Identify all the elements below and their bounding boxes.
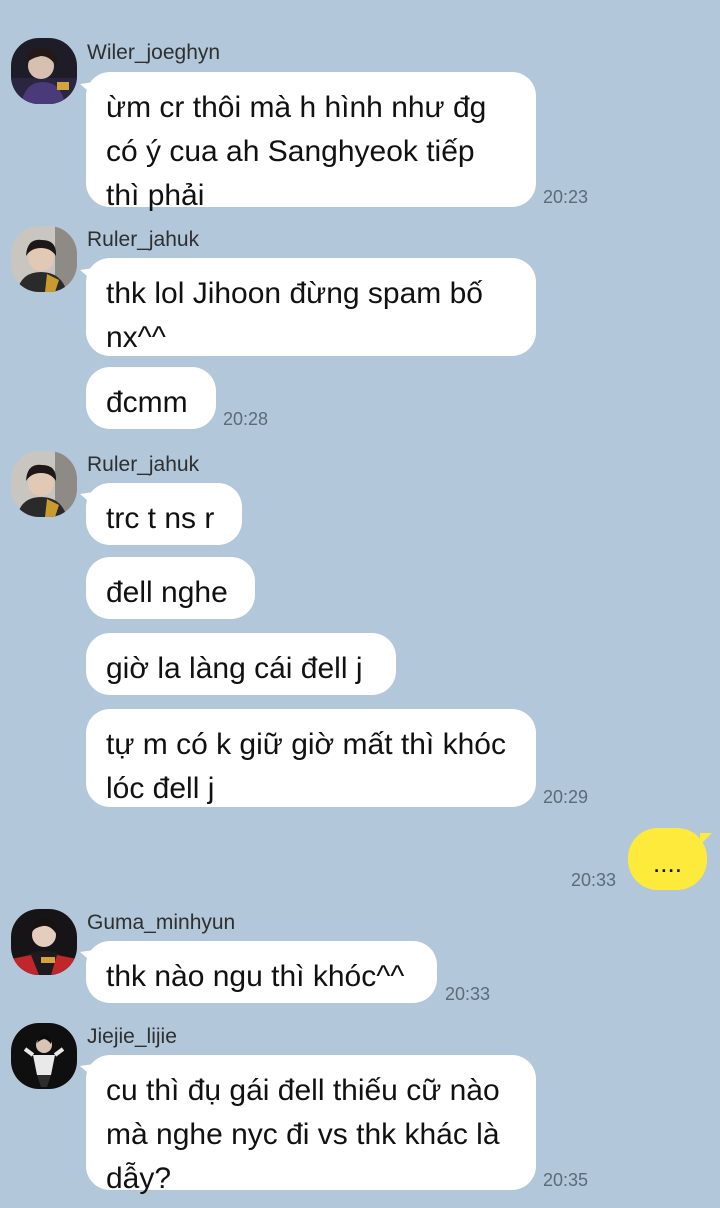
- message-bubble[interactable]: thk nào ngu thì khóc^^: [86, 941, 437, 1003]
- message-text: đell nghe: [106, 576, 228, 609]
- message-text: đcmm: [106, 386, 188, 419]
- bubble-tail: [700, 832, 712, 850]
- message-text: thk lol Jihoon đừng spam bố nx^^: [106, 277, 483, 354]
- message-bubble[interactable]: trc t ns r: [86, 483, 242, 545]
- message-text: ừm cr thôi mà h hình như đg có ý cua ah …: [106, 91, 487, 212]
- message-bubble[interactable]: đell nghe: [86, 557, 255, 619]
- message-time: 20:29: [543, 787, 589, 807]
- sender-name: Guma_minhyun: [87, 911, 236, 934]
- my-message-bubble[interactable]: ....: [628, 828, 707, 890]
- message-text: ....: [653, 848, 682, 878]
- message-bubble[interactable]: ừm cr thôi mà h hình như đg có ý cua ah …: [86, 72, 536, 212]
- avatar-ruler[interactable]: [11, 226, 77, 292]
- message-time: 20:28: [223, 409, 269, 429]
- message-time: 20:33: [445, 984, 491, 1004]
- message-bubble[interactable]: đcmm: [86, 367, 216, 429]
- sender-name: Ruler_jahuk: [87, 228, 200, 251]
- avatar-jiejie[interactable]: [11, 1023, 77, 1089]
- message-text: cu thì đụ gái đell thiếu cữ nào mà nghe …: [106, 1074, 500, 1195]
- sender-name: Jiejie_lijie: [87, 1025, 177, 1048]
- message-text: trc t ns r: [106, 502, 215, 535]
- message-time: 20:35: [543, 1170, 589, 1190]
- sender-name: Wiler_joeghyn: [87, 41, 221, 64]
- message-bubble[interactable]: tự m có k giữ giờ mất thì khóc lóc đell …: [86, 709, 536, 807]
- message-bubble[interactable]: cu thì đụ gái đell thiếu cữ nào mà nghe …: [86, 1055, 536, 1195]
- avatar-wiler[interactable]: [11, 38, 77, 104]
- message-text: giờ la làng cái đell j: [106, 652, 363, 685]
- avatar-guma[interactable]: [11, 909, 77, 975]
- message-bubble[interactable]: giờ la làng cái đell j: [86, 633, 396, 695]
- message-text: tự m có k giữ giờ mất thì khóc lóc đell …: [106, 728, 506, 805]
- message-time: 20:33: [571, 870, 617, 890]
- message-text: thk nào ngu thì khóc^^: [106, 960, 405, 993]
- message-time: 20:23: [543, 187, 589, 207]
- sender-name: Ruler_jahuk: [87, 453, 200, 476]
- message-bubble[interactable]: thk lol Jihoon đừng spam bố nx^^: [86, 258, 536, 356]
- avatar-ruler[interactable]: [11, 451, 77, 517]
